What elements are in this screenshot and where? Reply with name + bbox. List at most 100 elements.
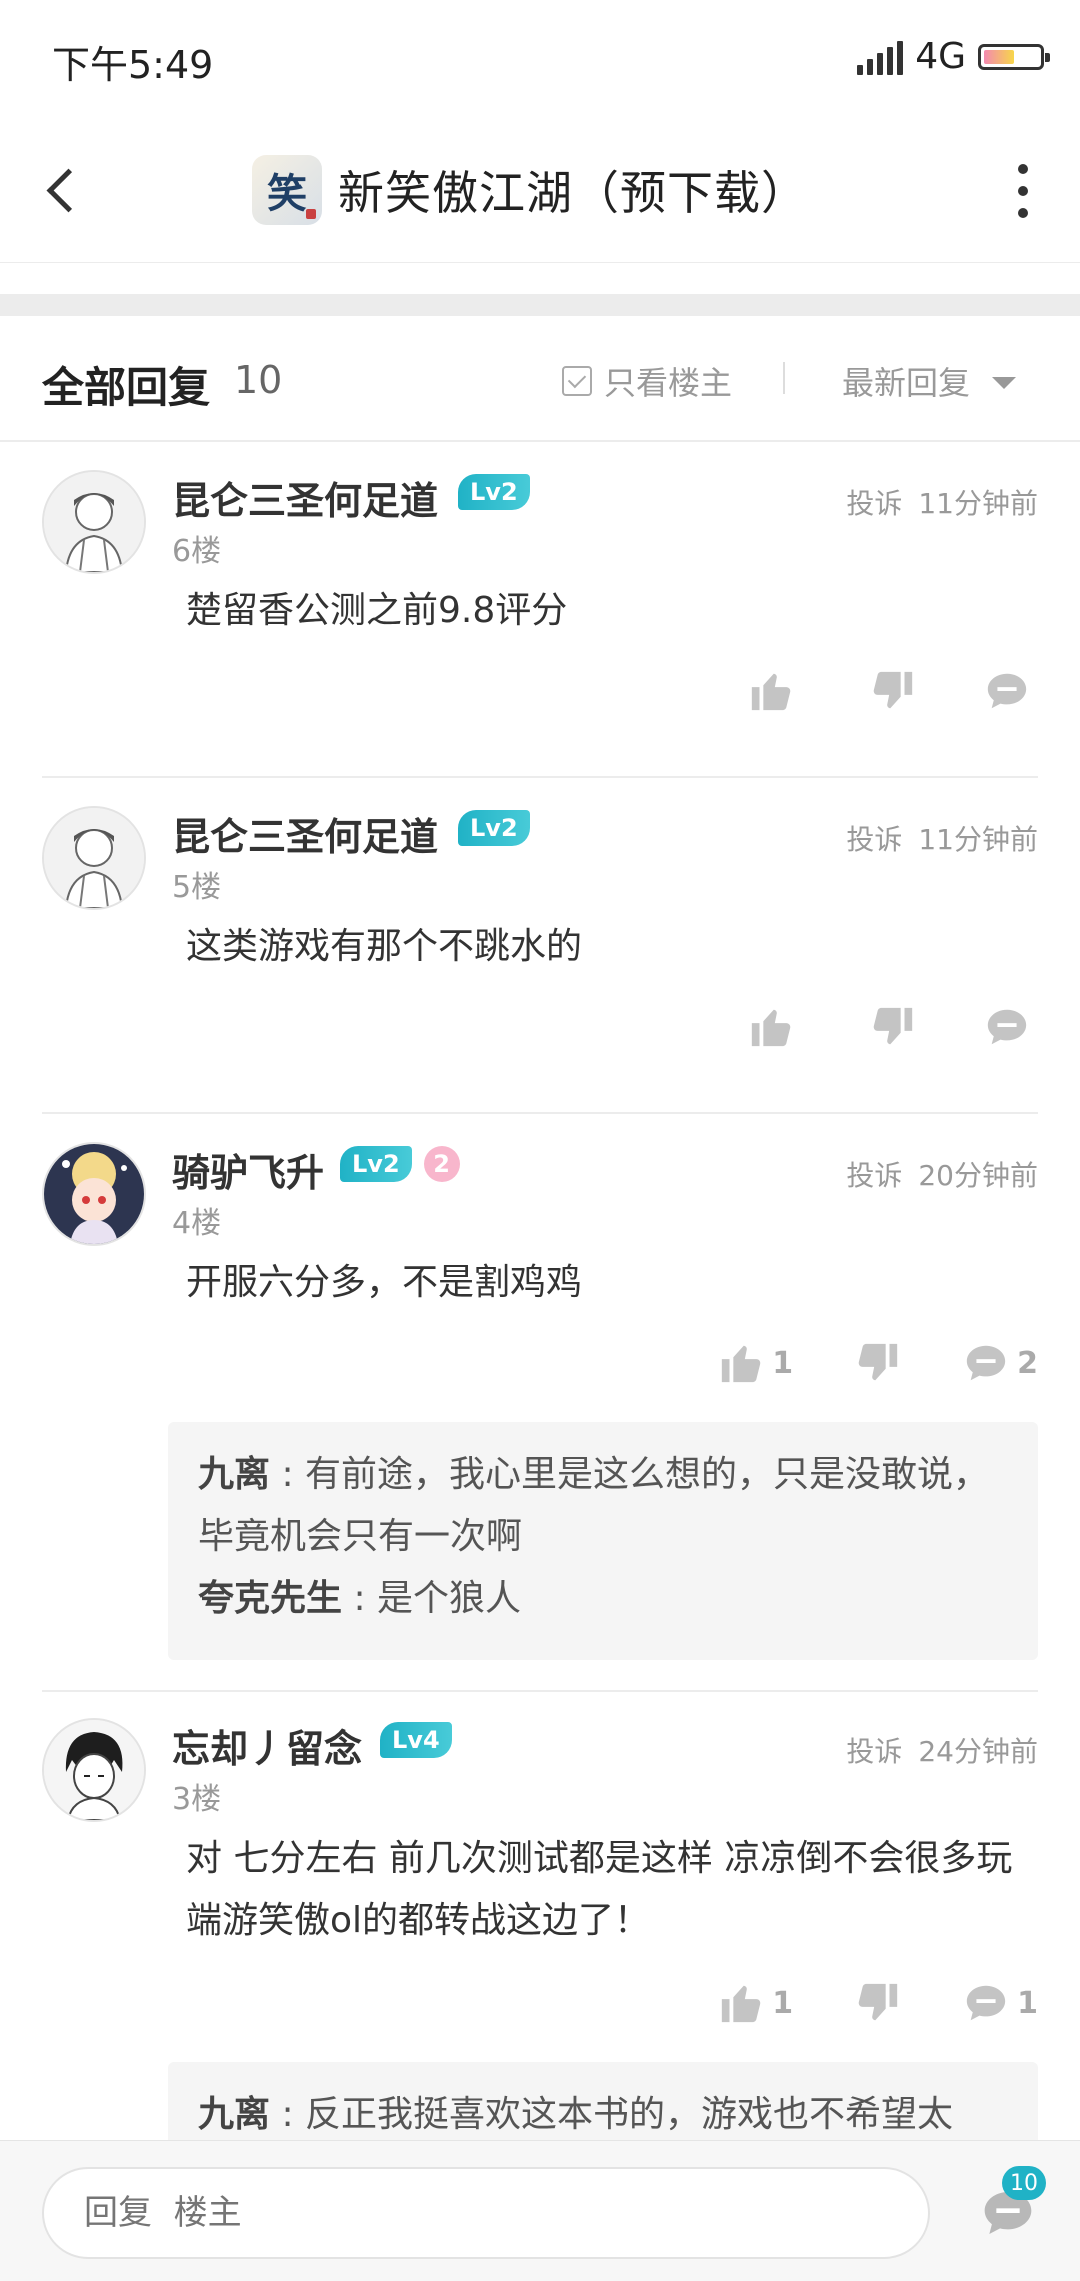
report-button[interactable]: 投诉 bbox=[846, 1730, 902, 1770]
comment-button[interactable] bbox=[984, 668, 1038, 714]
post-time: 24分钟前 bbox=[918, 1735, 1038, 1768]
sub-reply[interactable]: 夸克先生 : 是个狼人 bbox=[198, 1568, 1008, 1630]
sort-label: 最新回复 bbox=[842, 364, 971, 402]
nav-bar: 笑 新笑傲江湖（预下载） bbox=[0, 118, 1080, 263]
post-item: 昆仑三圣何足道 Lv2 投诉 11分钟前 5楼 这类游戏有那个不跳水的 bbox=[0, 778, 1080, 1114]
comment-count: 2 bbox=[1017, 1345, 1038, 1381]
comment-button[interactable]: 2 bbox=[963, 1340, 1038, 1386]
logo-seal-icon bbox=[306, 209, 316, 219]
thumbs-down-icon bbox=[858, 1983, 898, 2021]
reply-bar bbox=[0, 2140, 1080, 2281]
sub-reply[interactable]: 九离 : 有前途，我心里是这么想的，只是没敢说，毕竟机会只有一次啊 bbox=[198, 1444, 1008, 1568]
status-icons: 4G bbox=[857, 36, 1050, 77]
post-content: 开服六分多，不是割鸡鸡 bbox=[186, 1262, 583, 1303]
post-actions: 1 2 bbox=[718, 1340, 1038, 1386]
report-button[interactable]: 投诉 bbox=[846, 818, 902, 858]
comment-count: 1 bbox=[1017, 1985, 1038, 2021]
game-logo-glyph: 笑 bbox=[267, 170, 307, 217]
floor-number: 3楼 bbox=[172, 1782, 222, 1817]
post-meta: 投诉 24分钟前 bbox=[846, 1730, 1038, 1770]
post-content: 对 七分左右 前几次测试都是这样 凉凉倒不会很多玩端游笑傲ol的都转战这边了！ bbox=[186, 1838, 1013, 1941]
sub-reply-author[interactable]: 九离 bbox=[198, 1454, 270, 1495]
thumbs-down-icon bbox=[873, 671, 913, 709]
username[interactable]: 骑驴飞升 bbox=[172, 1142, 324, 1197]
post-meta: 投诉 11分钟前 bbox=[846, 818, 1038, 858]
dislike-button[interactable] bbox=[855, 1980, 901, 2026]
dislike-button[interactable] bbox=[855, 1340, 901, 1386]
post-time: 20分钟前 bbox=[918, 1159, 1038, 1192]
like-button[interactable] bbox=[748, 668, 802, 714]
header-divider bbox=[783, 362, 785, 394]
sub-reply-text: 反正我挺喜欢这本书的，游戏也不希望太 bbox=[305, 2094, 954, 2135]
like-button[interactable]: 1 bbox=[718, 1340, 793, 1386]
status-time: 下午5:49 bbox=[52, 43, 214, 87]
level-badge: Lv2 bbox=[340, 1146, 412, 1182]
dislike-button[interactable] bbox=[870, 1004, 916, 1050]
thumbs-up-icon bbox=[722, 1345, 761, 1383]
user-badges: Lv2 2 bbox=[340, 1146, 460, 1182]
floor-number: 6楼 bbox=[172, 534, 222, 569]
post-actions bbox=[748, 1004, 1038, 1050]
post-meta: 投诉 20分钟前 bbox=[846, 1154, 1038, 1194]
reply-input[interactable] bbox=[42, 2167, 930, 2259]
sub-reply[interactable]: 九离 : 反正我挺喜欢这本书的，游戏也不希望太 bbox=[198, 2084, 1008, 2146]
comment-button[interactable] bbox=[984, 1004, 1038, 1050]
like-button[interactable]: 1 bbox=[718, 1980, 793, 2026]
avatar[interactable] bbox=[42, 1142, 146, 1246]
avatar[interactable] bbox=[42, 806, 146, 910]
like-button[interactable] bbox=[748, 1004, 802, 1050]
sub-reply-author[interactable]: 九离 bbox=[198, 2094, 270, 2135]
level-badge: Lv2 bbox=[458, 474, 530, 510]
game-logo-icon: 笑 bbox=[252, 155, 322, 225]
floor-number: 4楼 bbox=[172, 1206, 222, 1241]
comment-icon bbox=[966, 1345, 1006, 1381]
user-badges: Lv2 bbox=[458, 810, 530, 846]
all-replies-title: 全部回复 bbox=[42, 363, 211, 412]
report-button[interactable]: 投诉 bbox=[846, 1154, 902, 1194]
back-button[interactable] bbox=[30, 154, 96, 226]
comment-icon bbox=[966, 1985, 1006, 2021]
comment-button[interactable]: 1 bbox=[963, 1980, 1038, 2026]
floor-number: 5楼 bbox=[172, 870, 222, 905]
post-item: 昆仑三圣何足道 Lv2 投诉 11分钟前 6楼 楚留香公测之前9.8评分 bbox=[0, 442, 1080, 778]
report-button[interactable]: 投诉 bbox=[846, 482, 902, 522]
user-badges: Lv2 bbox=[458, 474, 530, 510]
sub-reply-author[interactable]: 夸克先生 bbox=[198, 1578, 342, 1619]
thumbs-up-icon bbox=[751, 1009, 791, 1047]
checkbox-icon[interactable] bbox=[562, 366, 592, 396]
comment-icon bbox=[987, 1009, 1027, 1045]
sub-reply-text: 有前途，我心里是这么想的，只是没敢说，毕竟机会只有一次啊 bbox=[198, 1454, 990, 1557]
username[interactable]: 昆仑三圣何足道 bbox=[172, 806, 438, 861]
avatar[interactable] bbox=[42, 470, 146, 574]
section-divider bbox=[0, 294, 1080, 316]
post-item: 忘却丿留念 Lv4 投诉 24分钟前 3楼 对 七分左右 前几次测试都是这样 凉… bbox=[0, 1690, 1080, 2182]
post-content: 这类游戏有那个不跳水的 bbox=[186, 926, 583, 967]
post-content: 楚留香公测之前9.8评分 bbox=[186, 590, 568, 631]
owner-only-toggle[interactable]: 只看楼主 bbox=[562, 358, 732, 404]
comments-count-badge: 10 bbox=[1002, 2166, 1046, 2200]
level-badge: Lv4 bbox=[380, 1722, 452, 1758]
sub-reply-text: 是个狼人 bbox=[377, 1578, 522, 1619]
sort-dropdown[interactable]: 最新回复 bbox=[842, 358, 1017, 404]
sub-replies[interactable]: 九离 : 有前途，我心里是这么想的，只是没敢说，毕竟机会只有一次啊 夸克先生 :… bbox=[168, 1422, 1038, 1660]
username[interactable]: 昆仑三圣何足道 bbox=[172, 470, 438, 525]
post-meta: 投诉 11分钟前 bbox=[846, 482, 1038, 522]
username[interactable]: 忘却丿留念 bbox=[172, 1718, 362, 1773]
dislike-button[interactable] bbox=[870, 668, 916, 714]
avatar[interactable] bbox=[42, 1718, 146, 1822]
more-options-button[interactable] bbox=[996, 158, 1050, 224]
network-type: 4G bbox=[915, 36, 966, 77]
reply-count: 10 bbox=[234, 358, 283, 402]
status-bar: 下午5:49 4G bbox=[0, 0, 1080, 118]
like-count: 1 bbox=[772, 1345, 794, 1381]
post-time: 11分钟前 bbox=[918, 823, 1038, 856]
post-item: 骑驴飞升 Lv2 2 投诉 20分钟前 4楼 开服六分多，不是割鸡鸡 1 2 九… bbox=[0, 1114, 1080, 1692]
like-count: 1 bbox=[772, 1985, 794, 2021]
post-time: 11分钟前 bbox=[918, 487, 1038, 520]
owner-only-label: 只看楼主 bbox=[604, 364, 733, 402]
thumbs-up-icon bbox=[751, 673, 791, 711]
rank-badge: 2 bbox=[423, 1146, 460, 1182]
caret-down-icon bbox=[992, 377, 1017, 389]
thumbs-up-icon bbox=[722, 1985, 761, 2023]
user-badges: Lv4 bbox=[380, 1722, 452, 1758]
